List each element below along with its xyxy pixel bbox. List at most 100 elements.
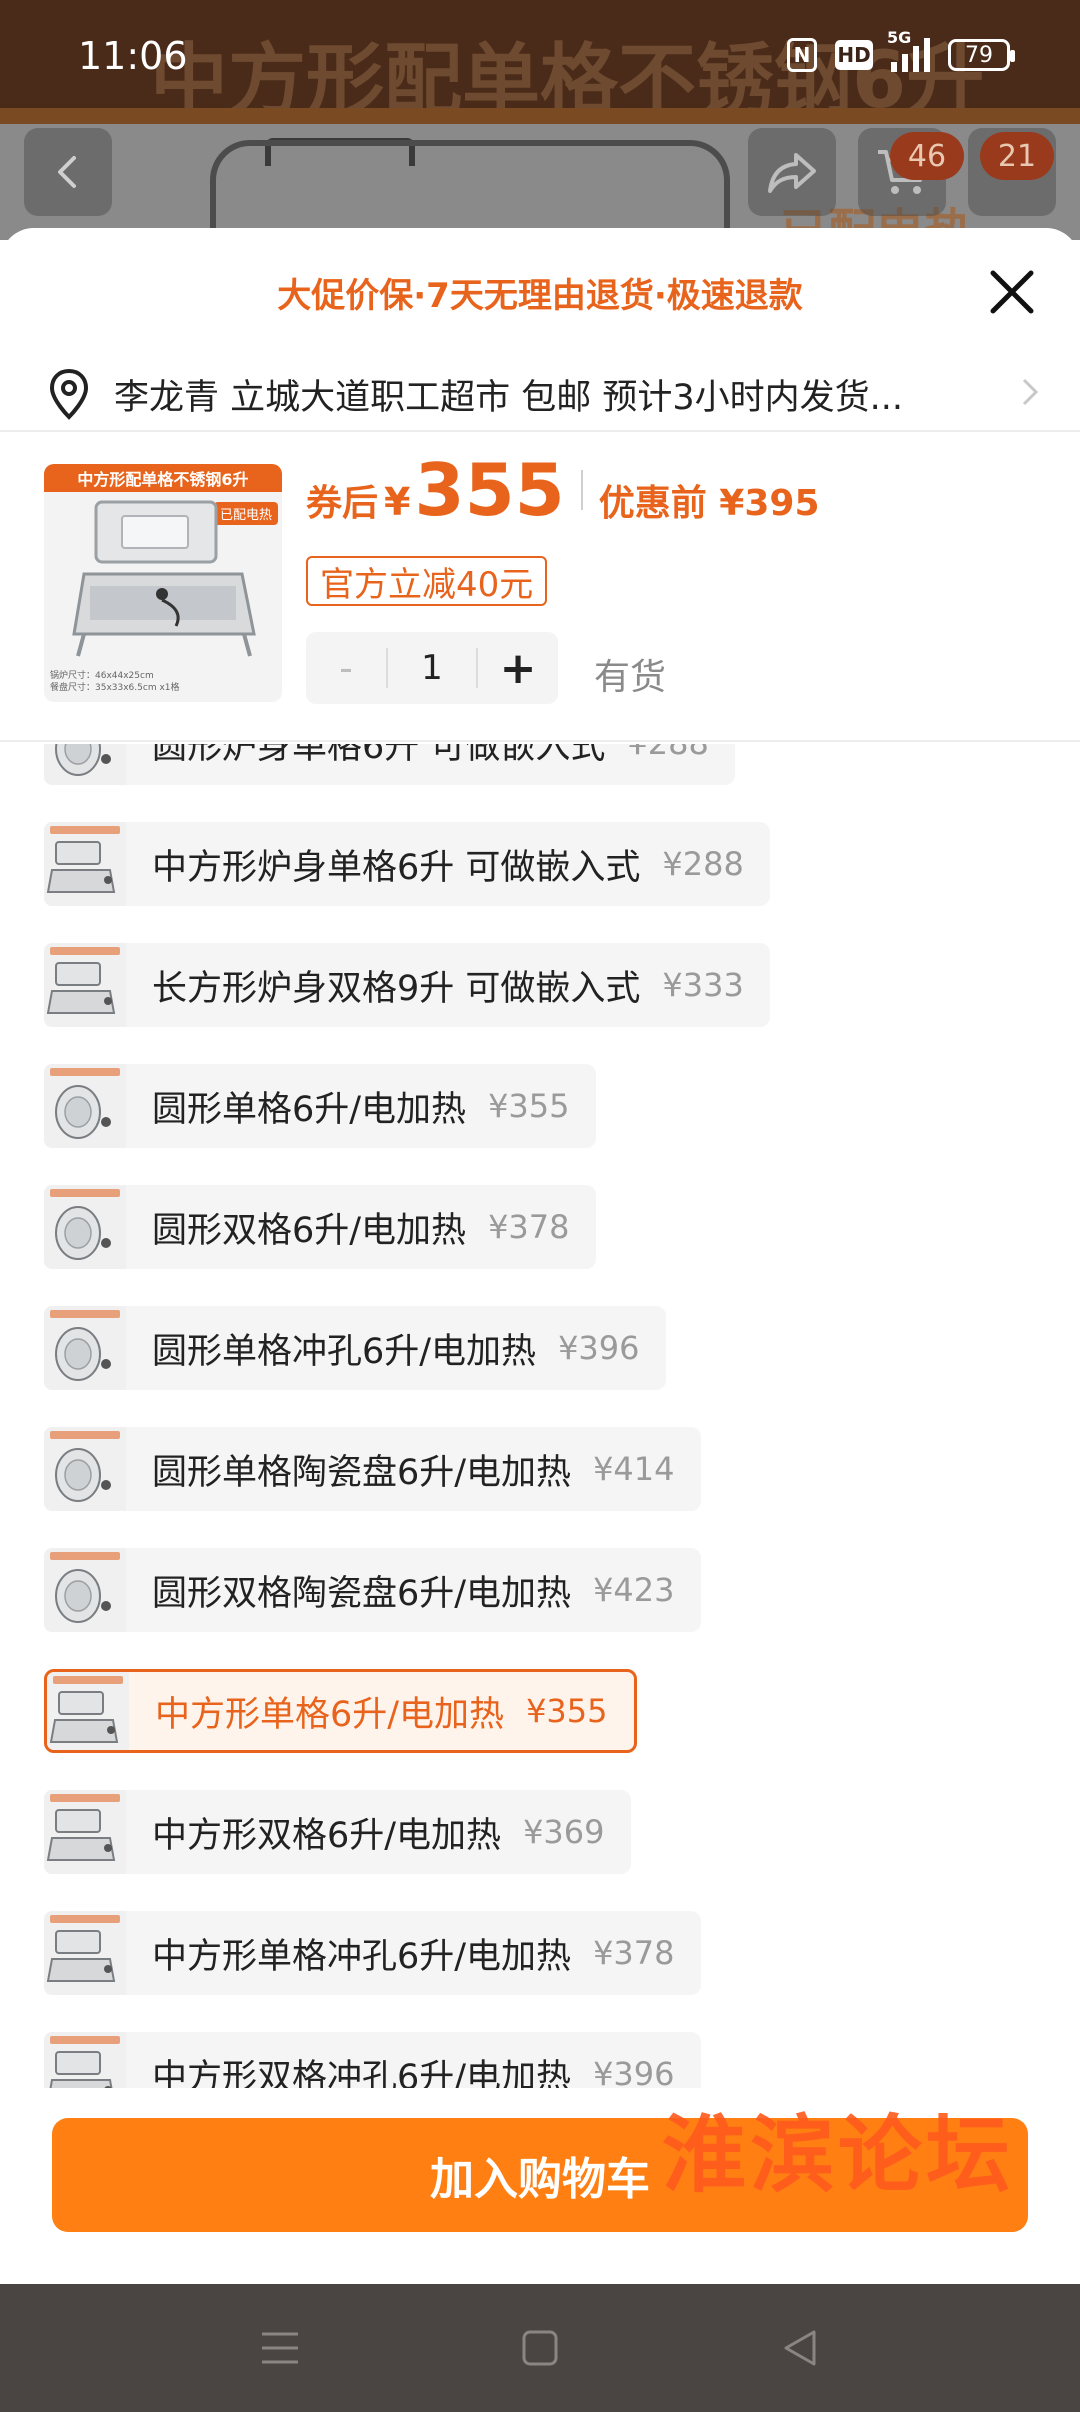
share-button[interactable] bbox=[748, 128, 836, 216]
variant-name: 中方形单格冲孔6升/电加热 bbox=[152, 1936, 572, 1977]
cart-count-badge: 46 bbox=[890, 132, 964, 180]
variant-name: 圆形双格6升/电加热 bbox=[152, 1210, 467, 1251]
variant-option[interactable]: 中方形炉身单格6升 可做嵌入式 ¥288 bbox=[44, 822, 770, 906]
variant-option[interactable]: 中方形双格6升/电加热 ¥369 bbox=[44, 1790, 631, 1874]
menu-key[interactable] bbox=[245, 2313, 315, 2383]
network-type: 5G bbox=[887, 28, 912, 47]
close-icon bbox=[990, 270, 1034, 314]
original-price: 优惠前 ¥395 bbox=[598, 483, 820, 524]
price-separator bbox=[580, 470, 583, 510]
variant-price: ¥355 bbox=[526, 1692, 608, 1730]
variant-price: ¥369 bbox=[523, 1813, 605, 1851]
chevron-right-icon bbox=[1020, 376, 1040, 417]
price-prefix: 券后 bbox=[306, 483, 379, 524]
thumbnail-spec-line: 锅炉尺寸：46x44x25cm bbox=[50, 671, 154, 681]
variant-name: 圆形单格冲孔6升/电加热 bbox=[152, 1331, 537, 1372]
menu-icon bbox=[262, 2332, 298, 2364]
variant-name: 圆形单格6升/电加热 bbox=[152, 1089, 467, 1130]
home-key[interactable] bbox=[505, 2313, 575, 2383]
variant-price: ¥288 bbox=[627, 744, 708, 762]
variant-option[interactable]: 圆形双格陶瓷盘6升/电加热 ¥423 bbox=[44, 1548, 701, 1632]
variant-price: ¥396 bbox=[558, 1329, 640, 1367]
variant-price: ¥378 bbox=[488, 1208, 570, 1246]
variant-thumbnail bbox=[44, 1790, 126, 1874]
variant-option[interactable]: 中方形单格冲孔6升/电加热 ¥378 bbox=[44, 1911, 701, 1995]
variant-name: 中方形双格冲孔6升/电加热 bbox=[152, 2057, 572, 2089]
variant-thumbnail bbox=[44, 2032, 126, 2088]
status-icons: N HD 5G 79 bbox=[787, 28, 1015, 72]
battery-level: 79 bbox=[965, 42, 993, 68]
stock-status: 有货 bbox=[594, 657, 667, 698]
chafing-dish-image bbox=[72, 500, 256, 657]
variant-option[interactable]: 圆形双格6升/电加热 ¥378 bbox=[44, 1185, 596, 1269]
variant-option[interactable]: 圆形单格冲孔6升/电加热 ¥396 bbox=[44, 1306, 666, 1390]
variant-option[interactable]: 长方形炉身双格9升 可做嵌入式 ¥333 bbox=[44, 943, 770, 1027]
variant-price: ¥396 bbox=[593, 2055, 675, 2088]
variant-name: 中方形炉身单格6升 可做嵌入式 bbox=[152, 847, 641, 888]
message-count-badge: 21 bbox=[980, 132, 1054, 180]
variant-option[interactable]: 圆形单格陶瓷盘6升/电加热 ¥414 bbox=[44, 1427, 701, 1511]
thumbnail-spec-line: 餐盘尺寸：35x33x6.5cm x1格 bbox=[50, 683, 180, 693]
variant-option[interactable]: 中方形双格冲孔6升/电加热 ¥396 bbox=[44, 2032, 701, 2088]
nfc-icon: N bbox=[787, 38, 817, 72]
price-value: 355 bbox=[414, 448, 565, 532]
variant-name: 中方形单格6升/电加热 bbox=[155, 1694, 505, 1735]
variant-option[interactable]: 圆形炉身单格6升 可做嵌入式 ¥288 bbox=[44, 744, 735, 785]
back-button[interactable] bbox=[24, 128, 112, 216]
thumbnail-spec: 锅炉尺寸：46x44x25cm 餐盘尺寸：35x33x6.5cm x1格 bbox=[50, 670, 180, 694]
discount-tag: 官方立减40元 bbox=[306, 556, 548, 606]
variant-option[interactable]: 圆形单格6升/电加热 ¥355 bbox=[44, 1064, 596, 1148]
variant-price: ¥333 bbox=[662, 966, 744, 1004]
variant-name: 长方形炉身双格9升 可做嵌入式 bbox=[152, 968, 641, 1009]
variant-thumbnail bbox=[44, 744, 126, 785]
quantity-input[interactable]: 1 bbox=[386, 648, 478, 688]
delivery-address-text: 李龙青 立城大道职工超市 包邮 预计3小时内发货... bbox=[114, 377, 904, 418]
variant-price: ¥355 bbox=[488, 1087, 570, 1125]
variant-name: 圆形单格陶瓷盘6升/电加热 bbox=[152, 1452, 572, 1493]
back-arrow-icon bbox=[58, 156, 76, 188]
product-image bbox=[210, 140, 730, 240]
back-key[interactable] bbox=[765, 2313, 835, 2383]
close-button[interactable] bbox=[982, 262, 1042, 322]
variant-thumbnail bbox=[44, 1427, 126, 1511]
variant-price: ¥423 bbox=[593, 1571, 675, 1609]
decrease-quantity-button[interactable]: - bbox=[306, 632, 386, 704]
status-bar: 11:06 N HD 5G 79 bbox=[0, 0, 1080, 120]
variant-price: ¥288 bbox=[662, 845, 744, 883]
system-nav-bar bbox=[0, 2284, 1080, 2412]
signal-icon: 5G bbox=[887, 28, 930, 72]
variant-thumbnail bbox=[44, 822, 126, 906]
status-time: 11:06 bbox=[78, 34, 188, 78]
variant-name: 中方形双格6升/电加热 bbox=[152, 1815, 502, 1856]
hd-icon: HD bbox=[835, 40, 873, 70]
variant-thumbnail bbox=[44, 943, 126, 1027]
home-square-icon bbox=[522, 2330, 558, 2366]
location-pin-icon bbox=[44, 366, 94, 422]
variant-thumbnail bbox=[44, 1185, 126, 1269]
battery-icon: 79 bbox=[948, 39, 1015, 71]
increase-quantity-button[interactable]: + bbox=[478, 632, 558, 704]
variant-name: 圆形炉身单格6升 可做嵌入式 bbox=[152, 744, 606, 767]
variant-thumbnail bbox=[44, 1548, 126, 1632]
delivery-address-row[interactable]: 李龙青 立城大道职工超市 包邮 预计3小时内发货... bbox=[0, 346, 1080, 442]
divider bbox=[0, 740, 1080, 742]
variant-name: 圆形双格陶瓷盘6升/电加热 bbox=[152, 1573, 572, 1614]
share-icon bbox=[768, 153, 816, 193]
variant-option[interactable]: 中方形单格6升/电加热 ¥355 bbox=[44, 1669, 637, 1753]
thumbnail-title: 中方形配单格不锈钢6升 bbox=[44, 464, 282, 492]
forum-watermark: 淮滨论坛 bbox=[662, 2105, 1015, 2204]
variant-price: ¥378 bbox=[593, 1934, 675, 1972]
variant-list[interactable]: 圆形炉身单格6升 可做嵌入式 ¥288 中方形炉身单格6升 可做嵌入式 ¥288 长方形… bbox=[0, 744, 1080, 2088]
divider bbox=[0, 430, 1080, 432]
variant-thumbnail bbox=[47, 1672, 129, 1750]
price-row: 券后 ¥ 355 优惠前 ¥395 bbox=[306, 448, 820, 532]
variant-thumbnail bbox=[44, 1911, 126, 1995]
quantity-stepper: - 1 + bbox=[306, 632, 558, 704]
promo-banner: 大促价保·7天无理由退货·极速退款 bbox=[277, 276, 803, 316]
back-triangle-icon bbox=[784, 2330, 816, 2366]
variant-price: ¥414 bbox=[593, 1450, 675, 1488]
price-currency: ¥ bbox=[384, 480, 411, 524]
product-thumbnail[interactable]: 中方形配单格不锈钢6升 已配电热 锅炉尺寸：46x44x25cm 餐盘尺寸：35… bbox=[44, 464, 282, 702]
sku-selector-sheet: 大促价保·7天无理由退货·极速退款 李龙青 立城大道职工超市 包邮 预计3小时内… bbox=[0, 228, 1080, 2284]
variant-thumbnail bbox=[44, 1064, 126, 1148]
